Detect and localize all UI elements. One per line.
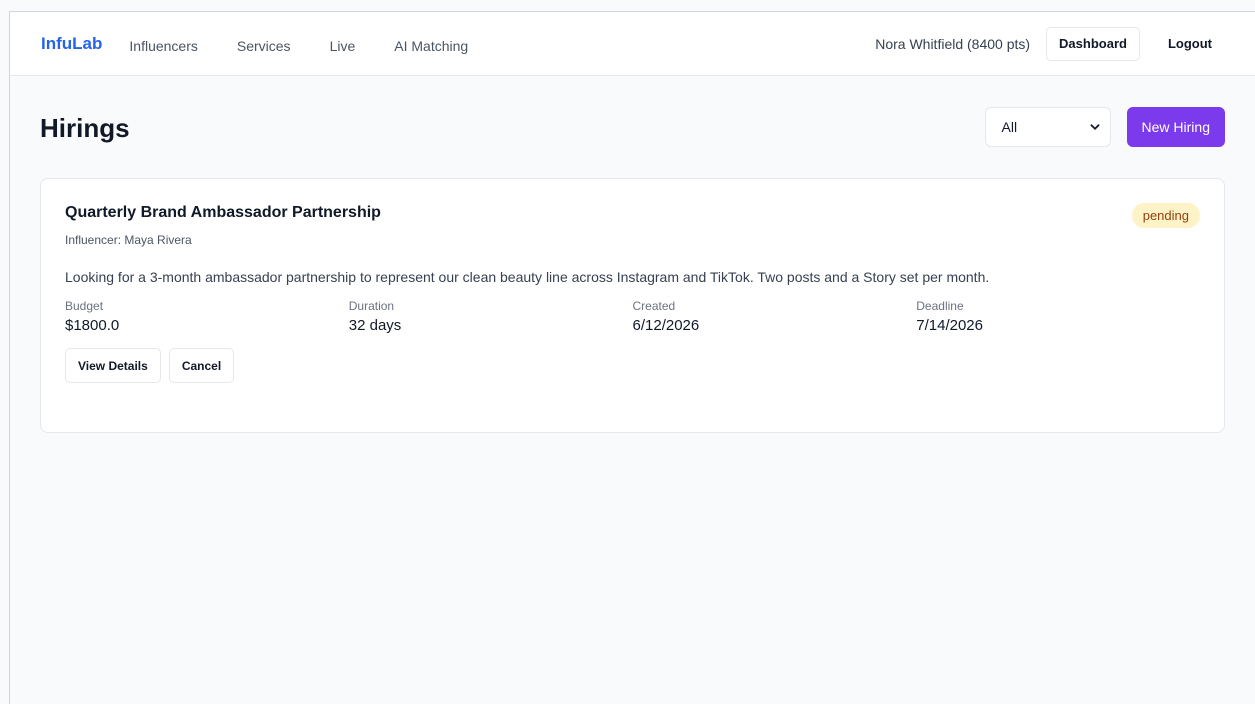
hiring-influencer: Influencer: Maya Rivera bbox=[65, 233, 192, 247]
hiring-description: Looking for a 3-month ambassador partner… bbox=[65, 269, 990, 285]
cancel-button[interactable]: Cancel bbox=[168, 348, 235, 383]
brand-logo[interactable]: InfuLab bbox=[41, 34, 102, 54]
hiring-actions: View Details Cancel bbox=[65, 348, 1200, 383]
logout-button[interactable]: Logout bbox=[1156, 27, 1224, 61]
user-points-label: Nora Whitfield (8400 pts) bbox=[875, 35, 1031, 52]
meta-budget: Budget $1800.0 bbox=[65, 299, 349, 334]
meta-value: 7/14/2026 bbox=[916, 317, 983, 334]
meta-value: $1800.0 bbox=[65, 317, 120, 334]
meta-value: 6/12/2026 bbox=[632, 317, 700, 334]
new-hiring-button[interactable]: New Hiring bbox=[1126, 107, 1225, 147]
meta-deadline: Deadline 7/14/2026 bbox=[916, 299, 1200, 334]
meta-label: Deadline bbox=[916, 299, 964, 313]
meta-label: Created bbox=[632, 299, 676, 313]
meta-value: 32 days bbox=[348, 317, 402, 334]
hiring-card: Quarterly Brand Ambassador Partnership I… bbox=[40, 178, 1225, 433]
view-details-button[interactable]: View Details bbox=[65, 348, 161, 383]
meta-created: Created 6/12/2026 bbox=[633, 299, 917, 334]
status-filter-value: All bbox=[1001, 119, 1018, 135]
app-window: InfuLab Influencers Services Live AI Mat… bbox=[9, 11, 1255, 704]
page-title: Hirings bbox=[40, 112, 130, 143]
chevron-down-icon bbox=[1090, 124, 1099, 130]
nav-link-ai-matching[interactable]: AI Matching bbox=[394, 38, 468, 54]
hiring-title: Quarterly Brand Ambassador Partnership bbox=[65, 204, 381, 221]
main-content: Hirings All New Hiring Quarterly Brand A… bbox=[10, 76, 1255, 433]
hiring-meta: Budget $1800.0 Duration 32 days Created … bbox=[65, 299, 1200, 334]
top-navbar: InfuLab Influencers Services Live AI Mat… bbox=[10, 12, 1255, 76]
status-badge: pending bbox=[1131, 203, 1200, 228]
nav-link-influencers[interactable]: Influencers bbox=[129, 38, 197, 54]
nav-link-live[interactable]: Live bbox=[330, 38, 356, 54]
meta-label: Duration bbox=[348, 299, 395, 313]
page-header: Hirings All New Hiring bbox=[40, 76, 1225, 178]
meta-duration: Duration 32 days bbox=[349, 299, 633, 334]
dashboard-button[interactable]: Dashboard bbox=[1046, 26, 1140, 61]
nav-link-services[interactable]: Services bbox=[237, 38, 291, 54]
meta-label: Budget bbox=[65, 299, 104, 313]
status-filter-select[interactable]: All bbox=[984, 107, 1111, 147]
